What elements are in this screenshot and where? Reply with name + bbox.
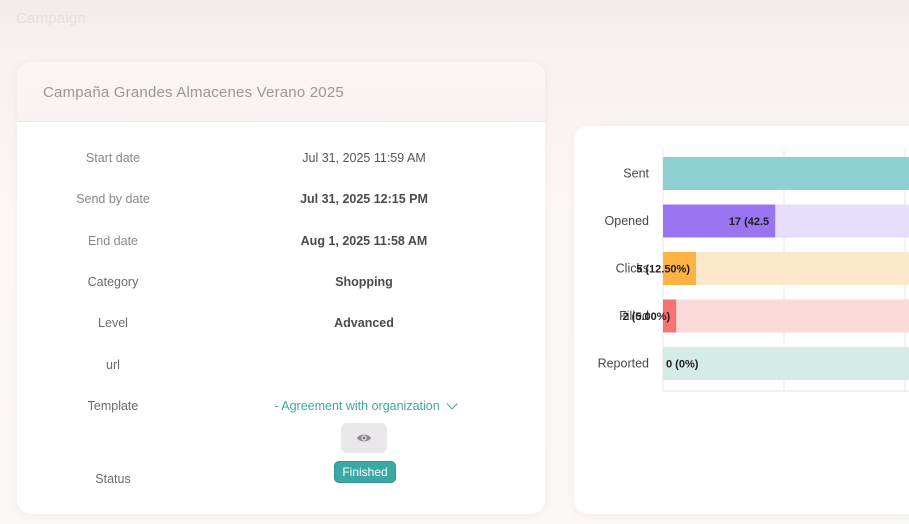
category-label-opened: Opened bbox=[605, 214, 650, 228]
page-heading: Campaign bbox=[16, 10, 86, 27]
row-url: url bbox=[17, 355, 545, 375]
bar-track-clicks bbox=[663, 252, 909, 285]
chevron-down-icon bbox=[446, 398, 458, 410]
data-label-opened: 17 (42.5 bbox=[729, 216, 769, 228]
template-name: - Agreement with organization bbox=[274, 399, 440, 413]
category-label: Category bbox=[87, 275, 139, 289]
row-end-date: End date Aug 1, 2025 11:58 AM bbox=[17, 231, 545, 251]
data-label-reported: 0 (0%) bbox=[666, 359, 699, 371]
row-status: Status bbox=[17, 469, 545, 489]
row-send-by-date: Send by date Jul 31, 2025 12:15 PM bbox=[17, 189, 545, 209]
template-dropdown[interactable]: - Agreement with organization bbox=[274, 398, 458, 413]
level-label: Level bbox=[98, 316, 128, 330]
url-label: url bbox=[106, 358, 120, 372]
campaign-page: Campaign Campaña Grandes Almacenes Veran… bbox=[0, 0, 909, 524]
category-label-reported: Reported bbox=[598, 357, 649, 371]
bar-sent[interactable] bbox=[663, 157, 909, 190]
end-date-value: Aug 1, 2025 11:58 AM bbox=[300, 234, 428, 248]
category-label-sent: Sent bbox=[623, 167, 649, 181]
end-date-label: End date bbox=[87, 234, 139, 248]
eye-icon bbox=[357, 434, 371, 442]
bar-track-reported bbox=[663, 347, 909, 380]
send-by-date-label: Send by date bbox=[76, 192, 150, 206]
level-value: Advanced bbox=[334, 316, 394, 330]
bar-track-filled bbox=[663, 299, 909, 333]
top-panel bbox=[0, 0, 909, 60]
row-category: Category Shopping bbox=[17, 272, 545, 292]
funnel-chart: SentOpened 17 (42.5Clicks5 (12.50%)Filled… bbox=[598, 148, 909, 392]
start-date-value: Jul 31, 2025 11:59 AM bbox=[302, 151, 426, 165]
template-label: Template bbox=[87, 399, 139, 413]
category-value: Shopping bbox=[335, 275, 393, 289]
start-date-label: Start date bbox=[85, 151, 141, 165]
card-header: Campaña Grandes Almacenes Verano 2025 bbox=[17, 62, 545, 122]
template-value-cell: - Agreement with organization bbox=[209, 398, 519, 413]
data-label-clicks: 5 (12.50%) bbox=[636, 264, 690, 276]
data-label-filled: 2 (5.00%) bbox=[622, 311, 670, 323]
row-start-date: Start date Jul 31, 2025 11:59 AM bbox=[17, 148, 545, 168]
row-level: Level Advanced bbox=[17, 313, 545, 333]
campaign-details-card: Campaña Grandes Almacenes Verano 2025 St… bbox=[17, 62, 545, 514]
status-label: Status bbox=[95, 472, 131, 486]
funnel-chart-card: Sent Opened 17 (42.5 Clicks 5 (12.50%) Filled… bbox=[574, 126, 909, 514]
preview-template-button[interactable] bbox=[341, 423, 387, 453]
send-by-date-value: Jul 31, 2025 12:15 PM bbox=[300, 192, 428, 206]
row-template: Template - Agreement with organization bbox=[17, 396, 545, 416]
status-badge: Finished bbox=[334, 461, 396, 483]
campaign-title: Campaña Grandes Almacenes Verano 2025 bbox=[43, 84, 344, 101]
